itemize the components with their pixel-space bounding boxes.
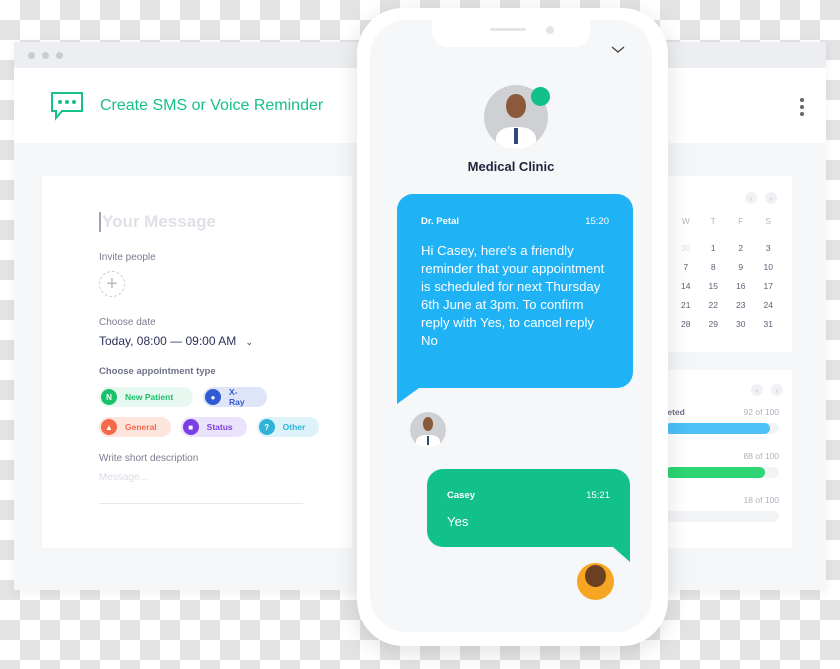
sender-name: Casey (447, 490, 475, 501)
progress-row: 88 of 100 (665, 451, 779, 478)
calendar-day[interactable]: 7 (672, 262, 700, 272)
message-time: 15:20 (585, 216, 609, 227)
chat-icon: ● (205, 389, 221, 405)
calendar-day[interactable]: 21 (672, 300, 700, 310)
progress-fill (665, 467, 766, 478)
calendar-day[interactable]: 30 (727, 319, 755, 329)
message-bubble-incoming: Dr. Petal 15:20 Hi Casey, here’s a friend… (397, 194, 633, 404)
message-text: Hi Casey, here’s a friendly reminder tha… (421, 243, 605, 348)
chip-label: General (125, 422, 157, 432)
message-text: Yes (447, 514, 469, 529)
window-dot[interactable] (56, 51, 63, 59)
weekday-label: F (738, 216, 744, 226)
prev-month-button[interactable]: ‹ (745, 192, 757, 204)
next-button[interactable]: › (771, 384, 783, 396)
type-x-ray[interactable]: ● X-Ray (203, 387, 267, 407)
weekday-label: T (710, 216, 716, 226)
new-patient-icon: N (101, 389, 117, 405)
chip-label: Other (282, 422, 306, 432)
progress-row: 18 of 100 (665, 495, 779, 522)
progress-bar (665, 423, 779, 434)
date-value: Today, 08:00 — 09:00 AM (99, 334, 237, 348)
calendar: ‹ › W T F S 30 1 2 3 7 8 9 10 14 15 16 17 21 22 23 24 28 29 30 3… (655, 176, 792, 352)
calendar-day[interactable]: 9 (727, 262, 755, 272)
prev-button[interactable]: ‹ (751, 384, 763, 396)
progress-card: ‹ › leted 92 of 100 88 of 100 18 of 100 (655, 370, 792, 548)
progress-count: 88 of 100 (743, 451, 779, 461)
chip-label: New Patient (125, 392, 174, 402)
calendar-day[interactable]: 2 (727, 243, 755, 253)
progress-count: 18 of 100 (743, 495, 779, 505)
window-dot[interactable] (28, 51, 35, 59)
type-general[interactable]: ▲ General (99, 417, 171, 437)
message-input[interactable]: Your Message (99, 212, 352, 232)
progress-count: 92 of 100 (743, 407, 779, 417)
online-status-dot (531, 87, 550, 106)
invite-label: Invite people (99, 252, 156, 263)
status-icon: ■ (182, 419, 199, 435)
chip-label: X-Ray (228, 387, 245, 407)
window-dot[interactable] (42, 51, 49, 59)
date-label: Choose date (99, 317, 156, 328)
calendar-day[interactable]: 8 (700, 262, 728, 272)
calendar-day[interactable]: 23 (727, 300, 755, 310)
more-options-icon[interactable] (800, 98, 804, 116)
type-status[interactable]: ■ Status (180, 417, 247, 437)
question-icon: ? (258, 419, 275, 435)
weekday-label: W (681, 216, 690, 226)
description-input[interactable]: Message... (99, 472, 303, 504)
sender-name: Dr. Petal (421, 216, 460, 227)
chevron-down-icon: ⌄ (245, 337, 254, 347)
weekday-label: S (765, 216, 772, 226)
calendar-day[interactable]: 15 (700, 281, 728, 291)
calendar-day[interactable]: 24 (755, 300, 783, 310)
phone: Medical Clinic Dr. Petal 15:20 Hi Casey, … (357, 8, 668, 646)
date-select[interactable]: Today, 08:00 — 09:00 AM ⌄ (99, 334, 352, 348)
chat-screen: Medical Clinic Dr. Petal 15:20 Hi Casey, … (370, 20, 652, 632)
contact-name: Medical Clinic (467, 159, 555, 174)
phone-notch (432, 20, 590, 47)
calendar-day[interactable]: 1 (700, 243, 728, 253)
calendar-day[interactable]: 14 (672, 281, 700, 291)
calendar-day[interactable]: 16 (727, 281, 755, 291)
doctor-avatar (410, 412, 446, 448)
progress-bar (665, 467, 779, 478)
desc-label: Write short description (99, 453, 199, 464)
progress-fill (665, 423, 770, 434)
megaphone-icon: ▲ (101, 419, 117, 435)
calendar-day[interactable]: 30 (672, 243, 700, 253)
chip-label: Status (206, 422, 233, 432)
reminder-form: Your Message Invite people + Choose date… (42, 176, 352, 548)
casey-avatar (577, 563, 614, 600)
calendar-day[interactable]: 28 (672, 319, 700, 329)
progress-bar (665, 511, 779, 522)
chat-bubble-icon (51, 91, 83, 121)
next-month-button[interactable]: › (765, 192, 777, 204)
type-new-patient[interactable]: N New Patient (99, 387, 193, 407)
plus-icon: + (106, 272, 118, 295)
calendar-day[interactable]: 3 (755, 243, 783, 253)
calendar-grid: W T F S 30 1 2 3 7 8 9 10 14 15 16 17 21 22 23 24 28 29 30 31 (672, 216, 782, 329)
message-time: 15:21 (586, 490, 610, 501)
calendar-day[interactable]: 10 (755, 262, 783, 272)
calendar-day[interactable]: 22 (700, 300, 728, 310)
chevron-down-icon[interactable] (611, 46, 625, 54)
message-bubble-outgoing: Casey 15:21 Yes (427, 469, 630, 562)
calendar-day[interactable]: 31 (755, 319, 783, 329)
progress-row: 92 of 100 (665, 407, 779, 434)
calendar-day[interactable]: 17 (755, 281, 783, 291)
page-title: Create SMS or Voice Reminder (100, 96, 324, 114)
progress-fill (665, 511, 686, 522)
add-person-button[interactable]: + (99, 271, 125, 297)
type-label: Choose appointment type (99, 366, 216, 377)
type-other[interactable]: ? Other (256, 417, 320, 437)
calendar-day[interactable]: 29 (700, 319, 728, 329)
